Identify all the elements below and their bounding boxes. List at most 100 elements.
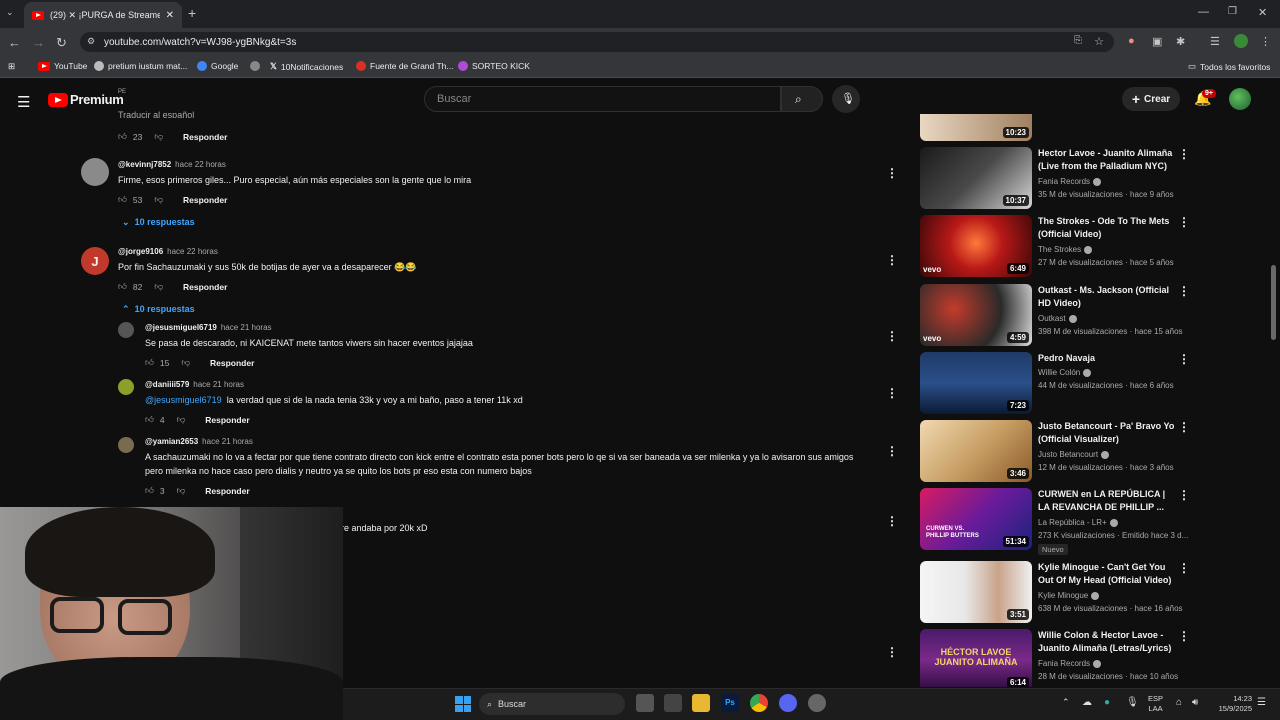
taskbar-search[interactable]: ⌕ Buscar	[479, 693, 625, 715]
related-video[interactable]: 10:37 Hector Lavoe - Juanito Alimaña (Li…	[920, 147, 1190, 213]
clock[interactable]: 14:23 15/9/2025	[1212, 694, 1252, 714]
bookmark-pretium[interactable]: pretium iustum mat...	[94, 61, 187, 71]
avatar[interactable]	[118, 437, 134, 453]
reply-menu-icon[interactable]: ⋮	[886, 329, 898, 343]
back-icon[interactable]: ←	[8, 35, 21, 50]
comment-menu-icon[interactable]: ⋮	[886, 645, 898, 659]
video-menu-icon[interactable]: ⋮	[1178, 561, 1190, 575]
related-video[interactable]: 7:23 Pedro Navaja Willie Colón 44 M de v…	[920, 352, 1190, 418]
discord-icon[interactable]	[779, 694, 797, 712]
scrollbar-thumb[interactable]	[1271, 265, 1276, 340]
chrome-icon[interactable]	[750, 694, 768, 712]
app-icon[interactable]	[808, 694, 826, 712]
video-thumbnail[interactable]: 3:51	[920, 561, 1032, 623]
related-video[interactable]: vevo 4:59 Outkast - Ms. Jackson (Official…	[920, 284, 1190, 350]
new-tab-icon[interactable]: +	[188, 5, 196, 21]
chrome-menu-icon[interactable]: ⋮	[1260, 35, 1271, 48]
close-tab-icon[interactable]: ✕	[166, 10, 174, 21]
voice-search-button[interactable]: 🎙	[832, 85, 860, 113]
video-title[interactable]: The Strokes - Ode To The Mets (Official …	[1038, 215, 1178, 241]
menu-icon[interactable]: ☰	[17, 93, 30, 111]
reply-button[interactable]: Responder	[205, 415, 249, 425]
video-menu-icon[interactable]: ⋮	[1178, 215, 1190, 229]
channel-name[interactable]: Fania Records	[1038, 659, 1102, 668]
video-menu-icon[interactable]: ⋮	[1178, 147, 1190, 161]
avatar[interactable]	[81, 158, 109, 186]
video-thumbnail-partial[interactable]: 10:23	[920, 114, 1032, 141]
channel-name[interactable]: Justo Betancourt	[1038, 450, 1110, 459]
reply-menu-icon[interactable]: ⋮	[886, 444, 898, 458]
video-title[interactable]: Willie Colon & Hector Lavoe - Juanito Al…	[1038, 629, 1178, 655]
reply-button[interactable]: Responder	[205, 486, 249, 496]
dislike-icon[interactable]: 👎︎	[181, 357, 190, 368]
comment-menu-icon[interactable]: ⋮	[886, 166, 898, 180]
hide-replies-button[interactable]: ⌃ 10 respuestas	[122, 304, 195, 315]
extensions-puzzle-icon[interactable]: ✱	[1176, 35, 1185, 48]
notification-center-icon[interactable]: ☰	[1257, 697, 1266, 708]
video-title[interactable]: CURWEN en LA REPÚBLICA | LA REVANCHA DE …	[1038, 488, 1178, 514]
security-icon[interactable]: ●	[1104, 697, 1110, 708]
video-menu-icon[interactable]: ⋮	[1178, 284, 1190, 298]
mic-tray-icon[interactable]: 🎙	[1126, 697, 1139, 708]
close-window-icon[interactable]: ✕	[1258, 6, 1267, 19]
address-bar[interactable]: ⚙ youtube.com/watch?v=WJ98-ygBNkg&t=3s ⎘…	[80, 32, 1114, 52]
video-title[interactable]: Hector Lavoe - Juanito Alimaña (Live fro…	[1038, 147, 1178, 173]
reply-author[interactable]: @jesusmiguel6719 hace 21 horas	[145, 323, 272, 332]
video-thumbnail[interactable]: CURWEN VS. PHILLIP BUTTERS 51:34	[920, 488, 1032, 550]
reply-button[interactable]: Responder	[210, 358, 254, 368]
related-video[interactable]: vevo 6:49 The Strokes - Ode To The Mets (…	[920, 215, 1190, 281]
reply-author[interactable]: @daniiii579 hace 21 horas	[145, 380, 244, 389]
photoshop-icon[interactable]: Ps	[721, 694, 739, 712]
account-avatar[interactable]	[1229, 88, 1251, 110]
reply-menu-icon[interactable]: ⋮	[886, 386, 898, 400]
search-button[interactable]: ⌕	[781, 86, 823, 112]
channel-name[interactable]: Willie Colón	[1038, 368, 1092, 377]
site-info-icon[interactable]: ⚙	[87, 36, 95, 47]
like-icon[interactable]: 👍︎	[118, 281, 127, 292]
profile-avatar[interactable]	[1234, 34, 1248, 48]
extension-icon[interactable]: ▣	[1152, 35, 1162, 48]
related-video[interactable]: 3:51 Kylie Minogue - Can't Get You Out O…	[920, 561, 1190, 627]
dislike-icon[interactable]: 👎︎	[177, 414, 186, 425]
bookmark-star-icon[interactable]: ☆	[1094, 35, 1104, 48]
video-menu-icon[interactable]: ⋮	[1178, 629, 1190, 643]
browser-tab[interactable]: (29) ✕ ¡PURGA de Streamers B ✕	[24, 2, 182, 28]
video-thumbnail[interactable]: 10:37	[920, 147, 1032, 209]
related-video[interactable]: HÉCTOR LAVOE JUANITO ALIMAÑA 6:14 Willie …	[920, 629, 1190, 687]
restore-icon[interactable]: ❐	[1228, 6, 1237, 17]
network-icon[interactable]: ⌂	[1176, 697, 1182, 708]
bookmark-google[interactable]: Google	[197, 61, 238, 71]
video-thumbnail[interactable]: HÉCTOR LAVOE JUANITO ALIMAÑA 6:14	[920, 629, 1032, 687]
video-thumbnail[interactable]: vevo 4:59	[920, 284, 1032, 346]
translate-link-partial[interactable]: Traducir al español	[118, 110, 194, 118]
like-icon[interactable]: 👍︎	[145, 357, 154, 368]
comment-author[interactable]: @kevinnj7852 hace 22 horas	[118, 160, 226, 169]
related-video[interactable]: CURWEN VS. PHILLIP BUTTERS 51:34 CURWEN e…	[920, 488, 1190, 558]
comment-author[interactable]: @jorge9106 hace 22 horas	[118, 247, 218, 256]
avatar[interactable]	[118, 379, 134, 395]
dislike-icon[interactable]: 👎︎	[154, 281, 163, 292]
cast-icon[interactable]: ⎘	[1074, 35, 1082, 46]
bookmark-notificaciones[interactable]: 𝕏 10Notificaciones	[270, 61, 343, 72]
volume-icon[interactable]: 🔊︎	[1192, 697, 1198, 708]
apps-icon[interactable]: ⊞	[8, 61, 15, 72]
channel-name[interactable]: The Strokes	[1038, 245, 1093, 254]
bookmark-sorteo[interactable]: SORTEO KICK	[458, 61, 530, 71]
comment-menu-icon[interactable]: ⋮	[886, 253, 898, 267]
reply-button[interactable]: Responder	[183, 195, 227, 205]
video-menu-icon[interactable]: ⋮	[1178, 488, 1190, 502]
channel-name[interactable]: Kylie Minogue	[1038, 591, 1100, 600]
reply-button[interactable]: Responder	[183, 132, 227, 142]
like-icon[interactable]: 👍︎	[118, 131, 127, 142]
bookmark-blank[interactable]	[250, 61, 260, 71]
forward-icon[interactable]: →	[32, 35, 45, 50]
related-video[interactable]: 3:46 Justo Betancourt - Pa' Bravo Yo (Of…	[920, 420, 1190, 486]
video-thumbnail[interactable]: 7:23	[920, 352, 1032, 414]
like-icon[interactable]: 👍︎	[118, 194, 127, 205]
channel-name[interactable]: Outkast	[1038, 314, 1077, 323]
tray-chevron-icon[interactable]: ⌃	[1062, 697, 1070, 708]
create-button[interactable]: + Crear	[1122, 87, 1180, 111]
video-menu-icon[interactable]: ⋮	[1178, 352, 1190, 366]
bookmark-fuente[interactable]: Fuente de Grand Th...	[356, 61, 453, 71]
extension-red-icon[interactable]: ●	[1128, 35, 1135, 47]
